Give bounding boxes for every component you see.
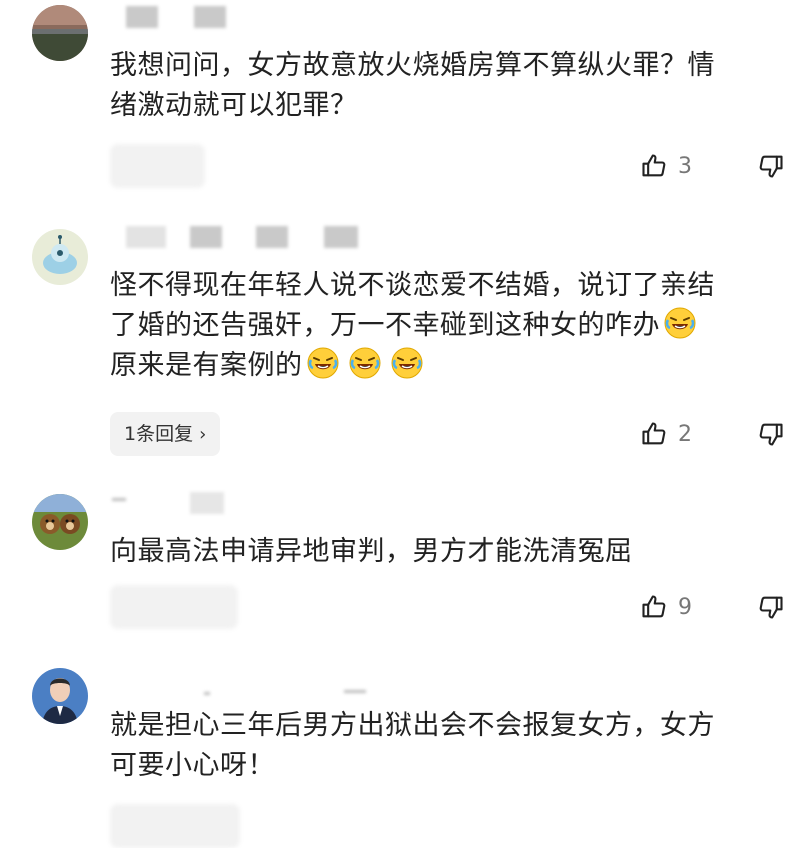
comment-text: 向最高法申请异地审判，男方才能洗清冤屈 [110,532,770,572]
like-count: 9 [678,594,692,620]
timestamp-blurred [110,144,205,188]
avatar[interactable] [32,5,88,61]
comment-line: 可要小心呀！ [110,750,275,781]
rofl-emoji-icon [664,307,696,339]
avatar[interactable] [32,494,88,550]
like-count: 3 [678,153,692,179]
comment-line: 原来是有案例的 [110,346,770,386]
thumbs-up-outline-icon [642,595,666,618]
comment-line-text: 原来是有案例的 [110,350,303,381]
comment-line-text: 了婚的还告强奸，万一不幸碰到这种女的咋办 [110,310,660,341]
comment-text: 我想问问，女方故意放火烧婚房算不算纵火罪？情 绪激动就可以犯罪？ [110,46,770,126]
view-replies-button[interactable]: 1条回复 › [110,412,221,456]
avatar[interactable] [32,668,88,724]
timestamp-blurred [110,585,238,629]
thumbs-down-outline-icon [759,596,783,619]
rofl-emoji-icon [391,347,422,379]
thumbs-up-outline-icon [642,422,666,445]
comment-line: 了婚的还告强奸，万一不幸碰到这种女的咋办 [110,306,770,346]
comment-line: 向最高法申请异地审判，男方才能洗清冤屈 [110,536,633,567]
rofl-emoji-icon [349,347,380,379]
like-button[interactable]: 3 [640,151,692,181]
thumbs-down-outline-icon [759,423,783,446]
chevron-right-icon: › [199,424,207,445]
dislike-button[interactable] [757,593,785,625]
like-button[interactable]: 2 [640,419,692,449]
avatar[interactable] [32,229,88,285]
comment-line: 怪不得现在年轻人说不谈恋爱不结婚，说订了亲结 [110,270,715,301]
comment-line: 我想问问，女方故意放火烧婚房算不算纵火罪？情 [110,50,715,81]
like-button[interactable]: 9 [640,592,692,622]
thumbs-up-outline-icon [642,154,666,177]
timestamp-blurred [110,804,240,848]
dislike-button[interactable] [757,420,785,452]
comment-text: 怪不得现在年轻人说不谈恋爱不结婚，说订了亲结 了婚的还告强奸，万一不幸碰到这种女… [110,266,770,386]
rofl-emoji-icon [307,347,338,379]
comment-line: 绪激动就可以犯罪？ [110,90,358,121]
comment-text: 就是担心三年后男方出狱出会不会报复女方，女方 可要小心呀！ [110,706,770,786]
dislike-button[interactable] [757,152,785,184]
thumbs-down-outline-icon [759,155,783,178]
reply-count-label: 1条回复 [124,423,194,445]
like-count: 2 [678,421,692,447]
comment-line: 就是担心三年后男方出狱出会不会报复女方，女方 [110,710,715,741]
